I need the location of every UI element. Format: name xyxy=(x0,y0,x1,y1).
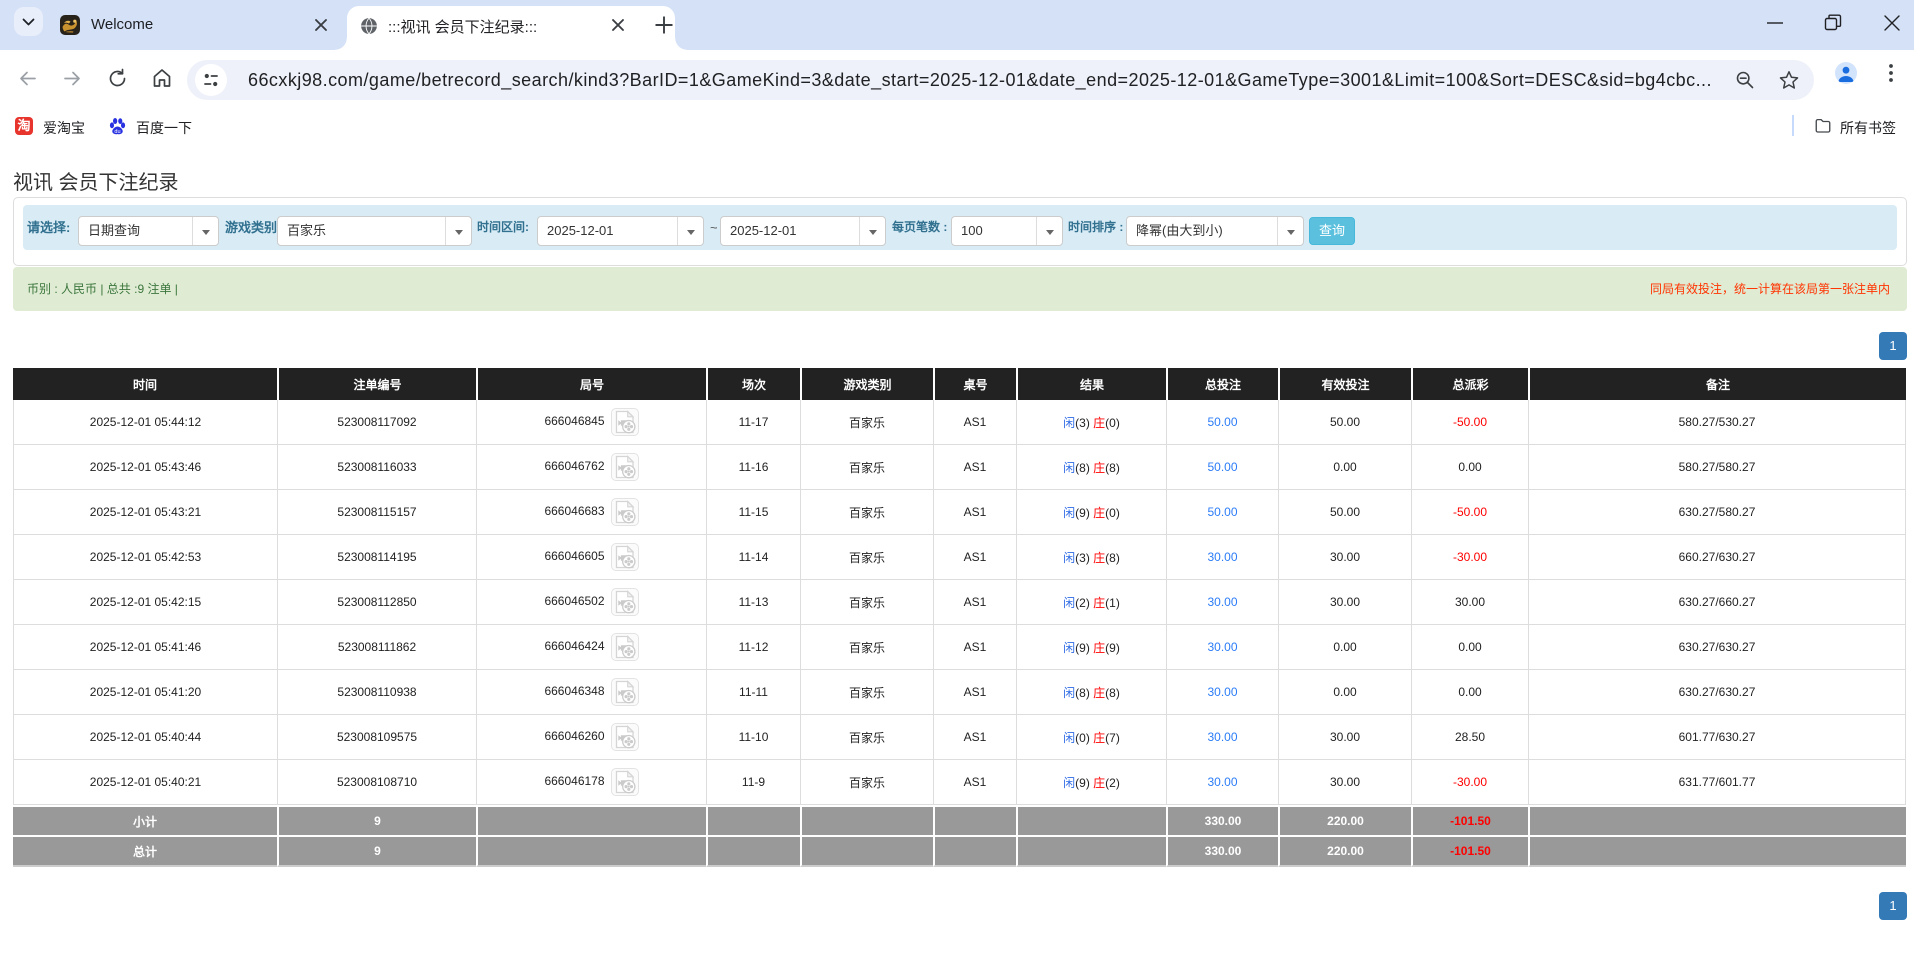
svg-text:du: du xyxy=(114,129,120,135)
